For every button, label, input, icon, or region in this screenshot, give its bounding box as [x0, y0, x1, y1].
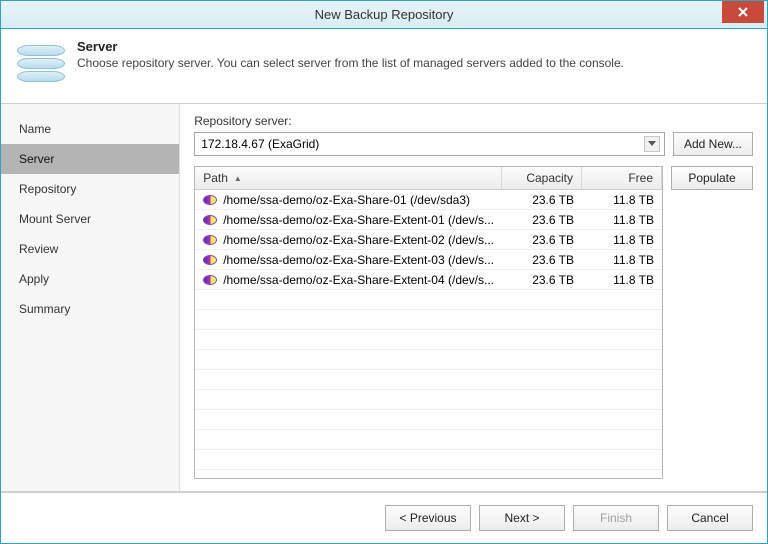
titlebar: New Backup Repository: [1, 1, 767, 29]
chevron-down-icon: [644, 136, 660, 152]
server-field-label: Repository server:: [194, 114, 753, 128]
grid-body[interactable]: /home/ssa-demo/oz-Exa-Share-01 (/dev/sda…: [195, 190, 662, 478]
col-capacity[interactable]: Capacity: [502, 167, 582, 189]
nav-item-server[interactable]: Server: [1, 144, 179, 174]
close-icon: [738, 7, 748, 17]
nav-item-apply[interactable]: Apply: [1, 264, 179, 294]
window-title: New Backup Repository: [1, 7, 767, 22]
table-row[interactable]: /home/ssa-demo/oz-Exa-Share-Extent-04 (/…: [195, 270, 662, 290]
wizard-footer: < Previous Next > Finish Cancel: [1, 491, 767, 543]
grid-header: Path ▲ Capacity Free: [195, 167, 662, 190]
repository-icon: [17, 39, 65, 87]
disk-icon: [203, 275, 217, 285]
wizard-nav: Name Server Repository Mount Server Revi…: [1, 104, 180, 491]
wizard-body: Name Server Repository Mount Server Revi…: [1, 104, 767, 491]
add-new-button[interactable]: Add New...: [673, 132, 753, 156]
previous-button[interactable]: < Previous: [385, 505, 471, 531]
grid-side-buttons: Populate: [671, 166, 753, 479]
finish-button: Finish: [573, 505, 659, 531]
table-row[interactable]: /home/ssa-demo/oz-Exa-Share-Extent-01 (/…: [195, 210, 662, 230]
disk-icon: [203, 235, 217, 245]
next-button[interactable]: Next >: [479, 505, 565, 531]
wizard-header: Server Choose repository server. You can…: [1, 29, 767, 104]
disk-icon: [203, 195, 217, 205]
page-title: Server: [77, 39, 624, 54]
server-dropdown-value: 172.18.4.67 (ExaGrid): [201, 137, 319, 151]
disk-icon: [203, 215, 217, 225]
close-button[interactable]: [722, 1, 764, 23]
nav-item-name[interactable]: Name: [1, 114, 179, 144]
nav-item-summary[interactable]: Summary: [1, 294, 179, 324]
table-row[interactable]: /home/ssa-demo/oz-Exa-Share-Extent-03 (/…: [195, 250, 662, 270]
nav-item-repository[interactable]: Repository: [1, 174, 179, 204]
empty-rows: [195, 290, 662, 478]
col-free[interactable]: Free: [582, 167, 662, 189]
table-row[interactable]: /home/ssa-demo/oz-Exa-Share-01 (/dev/sda…: [195, 190, 662, 210]
page-subtitle: Choose repository server. You can select…: [77, 56, 624, 70]
server-dropdown[interactable]: 172.18.4.67 (ExaGrid): [194, 132, 665, 156]
wizard-window: New Backup Repository Server Choose repo…: [0, 0, 768, 544]
col-path[interactable]: Path ▲: [195, 167, 502, 189]
table-row[interactable]: /home/ssa-demo/oz-Exa-Share-Extent-02 (/…: [195, 230, 662, 250]
disk-icon: [203, 255, 217, 265]
nav-item-mount-server[interactable]: Mount Server: [1, 204, 179, 234]
cancel-button[interactable]: Cancel: [667, 505, 753, 531]
server-row: 172.18.4.67 (ExaGrid) Add New...: [194, 132, 753, 156]
path-grid: Path ▲ Capacity Free /home/ssa-demo/oz-E…: [194, 166, 663, 479]
nav-item-review[interactable]: Review: [1, 234, 179, 264]
sort-asc-icon: ▲: [234, 174, 242, 183]
grid-row: Path ▲ Capacity Free /home/ssa-demo/oz-E…: [194, 166, 753, 479]
content-panel: Repository server: 172.18.4.67 (ExaGrid)…: [180, 104, 767, 491]
populate-button[interactable]: Populate: [671, 166, 753, 190]
